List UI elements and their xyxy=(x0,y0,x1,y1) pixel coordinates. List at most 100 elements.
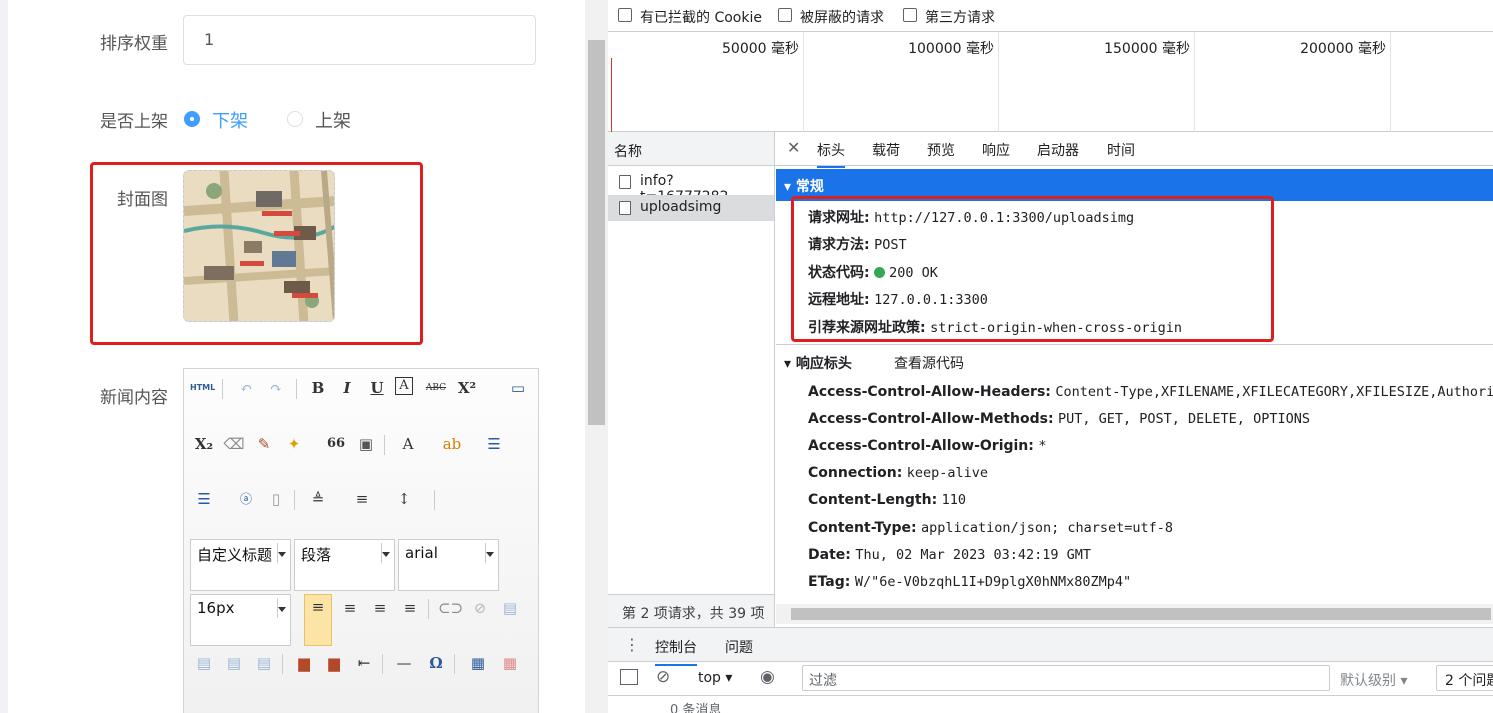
clear-console-icon[interactable]: ⊘ xyxy=(656,667,670,687)
image-center-icon[interactable]: ▤ xyxy=(252,652,276,674)
special-chars-button[interactable]: Ω xyxy=(424,652,448,674)
page-break-icon[interactable]: ⇤ xyxy=(352,652,376,674)
blocked-cookies-checkbox[interactable] xyxy=(618,8,632,22)
align-justify-icon[interactable]: ≡ xyxy=(398,597,422,619)
image-left-icon[interactable]: ▤ xyxy=(192,652,216,674)
left-edge xyxy=(0,0,8,713)
header-value: * xyxy=(1038,438,1047,454)
redo-icon[interactable]: ↷ xyxy=(264,377,288,399)
tab-initiator[interactable]: 启动器 xyxy=(1037,140,1079,160)
underline-button[interactable]: U xyxy=(365,377,389,399)
radio-listed[interactable] xyxy=(287,111,303,127)
preview-monitor-icon[interactable]: ▭ xyxy=(506,377,530,399)
delete-table-icon[interactable]: ▦ xyxy=(498,652,522,674)
blocked-cookies-label[interactable]: 有已拦截的 Cookie xyxy=(640,7,762,27)
auto-format-icon[interactable]: ✦ xyxy=(282,433,306,455)
image-none-icon[interactable]: ▤ xyxy=(222,652,246,674)
close-icon[interactable]: ✕ xyxy=(787,138,800,157)
tab-response[interactable]: 响应 xyxy=(982,140,1010,160)
log-levels-dropdown[interactable]: 默认级别 ▾ xyxy=(1340,670,1407,690)
tab-timing[interactable]: 时间 xyxy=(1107,140,1135,160)
unlink-icon[interactable]: ⊘ xyxy=(468,597,492,619)
strikethrough-button[interactable]: ABC xyxy=(424,377,448,399)
console-filter-input[interactable]: 过滤 xyxy=(802,665,1330,691)
timeline-tick-label: 100000 毫秒 xyxy=(908,41,994,57)
more-vertical-icon[interactable]: ⋮ xyxy=(624,635,640,654)
paragraph-select[interactable]: 段落 xyxy=(294,539,395,591)
custom-title-select[interactable]: 自定义标题 xyxy=(190,539,291,591)
response-header: Access-Control-Allow-Origin: * xyxy=(808,438,1046,454)
line-height-icon[interactable]: ↕ xyxy=(392,488,416,510)
context-selector[interactable]: top ▾ xyxy=(698,670,732,686)
eye-icon[interactable]: ◉ xyxy=(760,667,775,687)
console-messages-row[interactable]: 0 条消息 xyxy=(608,696,1493,713)
listed-label: 是否上架 xyxy=(100,112,168,132)
request-list xyxy=(608,166,775,594)
blocked-requests-checkbox[interactable] xyxy=(778,8,792,22)
chevron-down-icon xyxy=(486,552,494,557)
subscript-button[interactable]: X₂ xyxy=(192,433,216,455)
insert-image-icon[interactable]: ▆ xyxy=(292,652,316,674)
multi-image-icon[interactable]: ▆ xyxy=(322,652,346,674)
row-spacing-bottom-icon[interactable]: ≡ xyxy=(350,488,374,510)
bold-button[interactable]: B xyxy=(306,377,330,399)
sidebar-toggle-icon[interactable] xyxy=(620,669,638,685)
paste-plain-icon[interactable]: ▣ xyxy=(354,433,378,455)
clear-doc-icon[interactable]: ▯ xyxy=(264,488,288,510)
toolbar-separator xyxy=(434,490,435,510)
scrollbar-thumb[interactable] xyxy=(791,608,1491,620)
response-header: Connection: keep-alive xyxy=(808,465,988,481)
response-headers-section-header[interactable]: ▾ 响应标头 查看源代码 xyxy=(776,344,1493,376)
sort-weight-input[interactable]: 1 xyxy=(183,15,536,65)
font-family-select[interactable]: arial xyxy=(398,539,499,591)
radio-unlisted-label[interactable]: 下架 xyxy=(212,107,248,133)
italic-button[interactable]: I xyxy=(335,377,359,399)
issues-button[interactable]: 2 个问题 xyxy=(1436,665,1493,691)
tab-headers[interactable]: 标头 xyxy=(817,140,845,168)
third-party-checkbox[interactable] xyxy=(903,8,917,22)
editor-toolbar: HTML ↶ ↷ B I U A ABC X² ▭ X₂ ⌫ ✎ ✦ 66 ▣ xyxy=(184,369,538,713)
header-key: Date: xyxy=(808,547,851,563)
chevron-down-icon xyxy=(278,552,286,557)
ordered-list-icon[interactable]: ☰ xyxy=(482,433,506,455)
blocked-requests-label[interactable]: 被屏蔽的请求 xyxy=(800,7,884,27)
name-column-header[interactable]: 名称 xyxy=(608,132,775,166)
align-center-icon[interactable]: ≡ xyxy=(338,597,362,619)
align-left-icon[interactable]: ≡ xyxy=(304,594,332,646)
eraser-icon[interactable]: ⌫ xyxy=(222,433,246,455)
radio-unlisted[interactable] xyxy=(184,111,200,127)
font-size-select[interactable]: 16px xyxy=(190,594,291,646)
highlight-color-icon[interactable]: ab xyxy=(440,433,464,455)
align-right-icon[interactable]: ≡ xyxy=(368,597,392,619)
blockquote-button[interactable]: 66 xyxy=(324,433,348,455)
cover-image-uploader[interactable] xyxy=(183,170,335,322)
html-source-button[interactable]: HTML xyxy=(190,377,215,399)
row-spacing-top-icon[interactable]: ≜ xyxy=(306,488,330,510)
insert-table-icon[interactable]: ▦ xyxy=(466,652,490,674)
details-horizontal-scrollbar[interactable] xyxy=(776,604,1493,624)
font-color-button[interactable]: A xyxy=(396,433,420,455)
third-party-label[interactable]: 第三方请求 xyxy=(925,7,995,27)
select-all-icon[interactable]: ⓐ xyxy=(234,488,258,510)
undo-icon[interactable]: ↶ xyxy=(234,377,258,399)
radio-listed-label[interactable]: 上架 xyxy=(315,107,351,133)
request-row-selected[interactable]: uploadsimg xyxy=(608,195,775,221)
superscript-button[interactable]: X² xyxy=(455,377,479,399)
horizontal-line-icon[interactable]: — xyxy=(392,652,416,674)
drawer-tabs: ⋮ 控制台 问题 xyxy=(608,627,1493,666)
view-source-link[interactable]: 查看源代码 xyxy=(894,353,964,373)
header-value: keep-alive xyxy=(906,465,989,481)
tab-payload[interactable]: 载荷 xyxy=(872,140,900,160)
network-filter-row: 有已拦截的 Cookie 被屏蔽的请求 第三方请求 xyxy=(608,0,1493,32)
request-row[interactable]: info?t=16777282… xyxy=(608,169,775,205)
network-timeline-overview[interactable]: 50000 毫秒 100000 毫秒 150000 毫秒 200000 毫秒 xyxy=(608,32,1493,132)
tab-issues[interactable]: 问题 xyxy=(725,637,753,657)
page-scrollbar-thumb[interactable] xyxy=(588,40,605,425)
font-border-button[interactable]: A xyxy=(395,377,413,395)
response-header: Content-Length: 110 xyxy=(808,492,966,508)
anchor-icon[interactable]: ▤ xyxy=(498,597,522,619)
format-brush-icon[interactable]: ✎ xyxy=(252,433,276,455)
link-icon[interactable]: ⊂⊃ xyxy=(438,597,463,619)
tab-preview[interactable]: 预览 xyxy=(927,140,955,160)
unordered-list-icon[interactable]: ☰ xyxy=(192,488,216,510)
